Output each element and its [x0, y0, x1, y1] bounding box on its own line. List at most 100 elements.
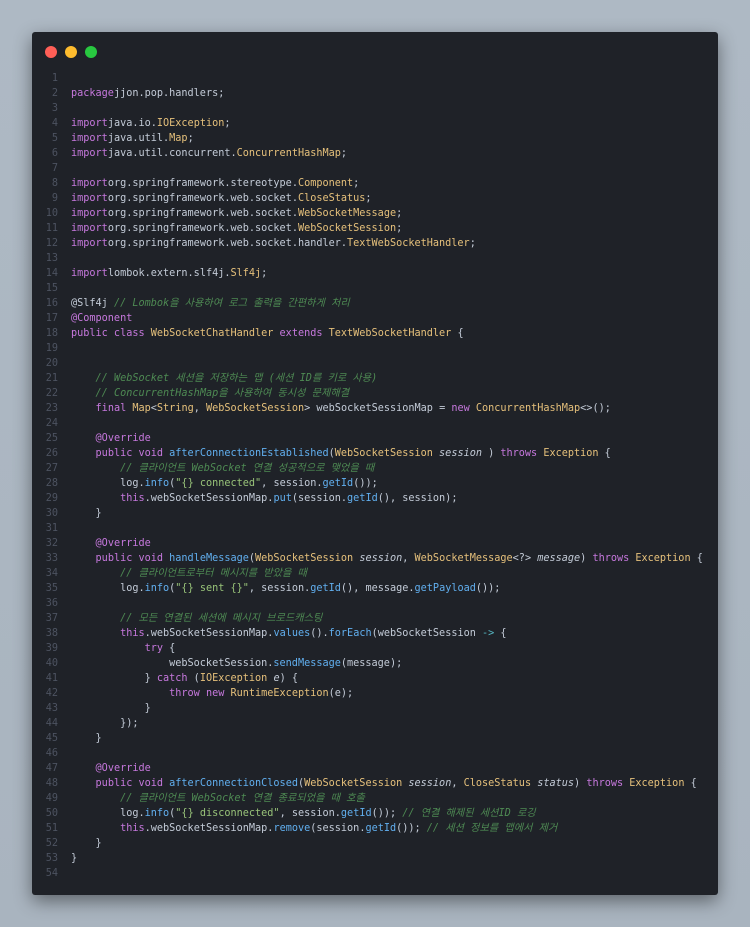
code-token: ) — [580, 553, 593, 564]
line-number: 8 — [51, 178, 58, 189]
code-text: throw new RuntimeException(e); — [71, 686, 353, 701]
code-token: ) { — [279, 673, 298, 684]
code-token: getId — [340, 808, 372, 819]
code-token: (webSocketSession — [371, 628, 482, 639]
code-token: try — [144, 643, 164, 654]
code-line: 42 throw new RuntimeException(e); — [32, 686, 718, 701]
code-token: WebSocketSession — [255, 553, 360, 564]
code-token: <?> — [512, 553, 538, 564]
minimize-window-button[interactable] — [65, 46, 77, 58]
code-line: 4 importjava.io.IOException; — [32, 116, 718, 131]
code-token: { — [457, 328, 464, 339]
line-number: 26 — [45, 448, 58, 459]
code-line: 43 } — [32, 701, 718, 716]
code-token: CloseStatus — [463, 778, 538, 789]
code-token: throw new — [169, 688, 231, 699]
code-line: 45 } — [32, 731, 718, 746]
code-line: 53} — [32, 851, 718, 866]
code-text: // 클라이언트로부터 메시지를 받았을 때 — [71, 566, 307, 581]
code-token: .webSocketSessionMap. — [144, 628, 274, 639]
line-number: 42 — [45, 688, 58, 699]
code-token: import — [71, 238, 108, 249]
line-number: 15 — [45, 283, 58, 294]
code-text: public class WebSocketChatHandler extend… — [71, 326, 464, 341]
code-line: 50 log.info("{} disconnected", session.g… — [32, 806, 718, 821]
code-token: ( — [187, 673, 200, 684]
maximize-window-button[interactable] — [85, 46, 97, 58]
code-token: @Slf4j — [71, 298, 114, 309]
code-text: importorg.springframework.web.socket.han… — [71, 236, 476, 251]
code-token: { — [494, 628, 507, 639]
code-token: ()); — [396, 823, 427, 834]
code-token: // 연결 해제된 세션ID 로깅 — [402, 808, 536, 819]
code-token: { — [604, 448, 611, 459]
code-line: 39 try { — [32, 641, 718, 656]
code-token: java.util. — [107, 133, 170, 144]
code-line: 27 // 클라이언트 WebSocket 연결 성공적으로 맺었을 때 — [32, 461, 718, 476]
code-text: log.info("{} sent {}", session.getId(), … — [71, 581, 500, 596]
code-token: this — [120, 493, 145, 504]
code-token: import — [71, 118, 108, 129]
line-number: 7 — [51, 163, 58, 174]
code-token: { — [690, 778, 697, 789]
line-number: 41 — [45, 673, 58, 684]
line-number: 11 — [45, 223, 58, 234]
code-token: @Component — [71, 313, 133, 324]
line-number: 48 — [45, 778, 58, 789]
line-number: 37 — [45, 613, 58, 624]
line-number: 33 — [45, 553, 58, 564]
code-line: 15 — [32, 281, 718, 296]
line-number: 13 — [45, 253, 58, 264]
code-token: ()); — [353, 478, 378, 489]
code-line: 51 this.webSocketSessionMap.remove(sessi… — [32, 821, 718, 836]
code-line: 32 @Override — [32, 536, 718, 551]
code-token: -> — [482, 628, 495, 639]
code-token: }); — [71, 718, 139, 729]
code-token: getId — [310, 583, 341, 594]
code-token: // 모든 연결된 세션에 메시지 브로드캐스팅 — [120, 613, 323, 624]
code-token: Component — [297, 178, 354, 189]
code-text: } catch (IOException e) { — [71, 671, 298, 686]
code-token: , — [402, 553, 415, 564]
code-token: ()); — [371, 808, 403, 819]
code-line: 5 importjava.util.Map; — [32, 131, 718, 146]
code-token: // 클라이언트 WebSocket 연결 성공적으로 맺었을 때 — [120, 463, 375, 474]
line-number: 1 — [51, 73, 58, 84]
code-token: // WebSocket 세션을 저장하는 맵 (세션 ID를 키로 사용) — [95, 373, 378, 384]
code-line: 2 packagejjon.pop.handlers; — [32, 86, 718, 101]
close-window-button[interactable] — [45, 46, 57, 58]
code-text: importorg.springframework.web.socket.Web… — [71, 206, 402, 221]
code-token: getPayload — [414, 583, 476, 594]
code-token: "{} disconnected" — [175, 808, 280, 819]
code-token: extends — [279, 328, 329, 339]
code-line: 14 importlombok.extern.slf4j.Slf4j; — [32, 266, 718, 281]
code-token: // 세션 정보를 맵에서 제거 — [426, 823, 558, 834]
code-token: Map — [132, 403, 151, 414]
code-token: session — [439, 448, 482, 459]
line-number: 34 — [45, 568, 58, 579]
code-token: public class — [71, 328, 151, 339]
code-token: } — [71, 673, 157, 684]
code-line: 18 public class WebSocketChatHandler exte… — [32, 326, 718, 341]
code-token: jjon.pop.handlers; — [113, 88, 225, 99]
code-line: 21 // WebSocket 세션을 저장하는 맵 (세션 ID를 키로 사용… — [32, 371, 718, 386]
code-text: } — [71, 506, 102, 521]
code-token: , session. — [261, 478, 323, 489]
code-editor: 1 2 packagejjon.pop.handlers; 3 4 import java.… — [32, 71, 718, 881]
code-line: 9 importorg.springframework.web.socket.Cl… — [32, 191, 718, 206]
code-line: 8 importorg.springframework.stereotype.Co… — [32, 176, 718, 191]
code-line: 31 — [32, 521, 718, 536]
code-token: org.springframework.web.socket. — [107, 193, 298, 204]
code-text: this.webSocketSessionMap.values().forEac… — [71, 626, 507, 641]
line-number: 10 — [45, 208, 58, 219]
code-text: } — [71, 851, 77, 866]
code-token: org.springframework.web.socket.handler. — [107, 238, 348, 249]
code-token: "{} sent {}" — [175, 583, 249, 594]
